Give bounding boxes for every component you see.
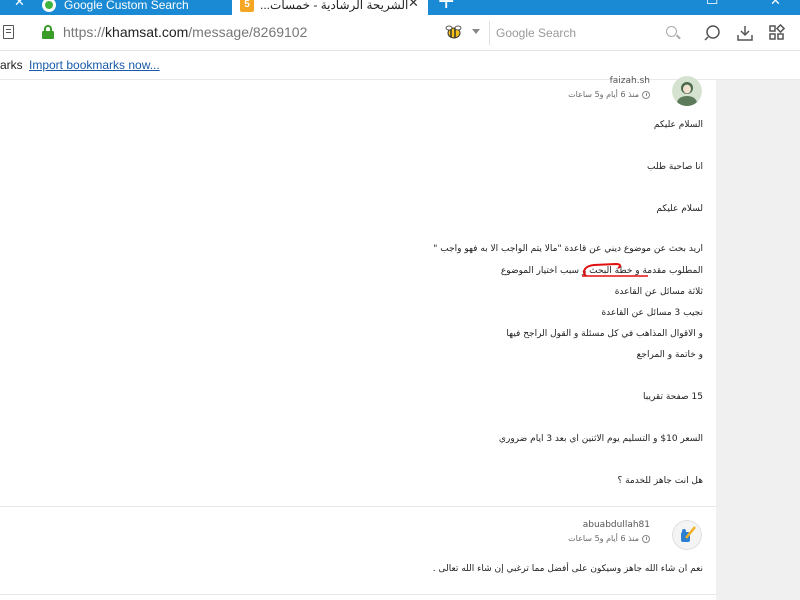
message-time: منذ 6 أيام و5 ساعات	[568, 534, 639, 543]
bookmarks-label: arks	[0, 58, 23, 72]
window-close-icon[interactable]: ✕	[770, 0, 781, 9]
navigation-bar: https://khamsat.com/message/8269102	[0, 15, 800, 51]
message-line: نجيب 3 مسائل عن القاعدة	[601, 308, 703, 318]
close-tab-icon[interactable]: ✕	[14, 0, 25, 9]
tab-strip: ✕ Google Custom Search 5 ...الشريحة الرش…	[0, 0, 800, 15]
download-icon[interactable]	[736, 24, 754, 42]
downloads-search-icon[interactable]	[704, 24, 722, 42]
message-divider	[0, 506, 716, 507]
search-engine-dropdown-icon[interactable]	[472, 29, 480, 34]
message-divider	[0, 594, 716, 595]
message-line: و خاتمة و المراجع	[636, 350, 703, 360]
menu-icon[interactable]: ▭	[706, 0, 718, 9]
message-author[interactable]: faizah.sh	[610, 76, 650, 86]
message-header: faizah.sh منذ 6 أيام و5 ساعات	[502, 76, 702, 110]
new-tab-icon[interactable]: +	[437, 0, 455, 13]
tab-google-custom-search[interactable]: Google Custom Search	[42, 0, 222, 15]
tab-label: ...الشريحة الرشادية - خمسات	[260, 0, 409, 12]
tab-label: Google Custom Search	[64, 0, 189, 12]
clock-icon	[642, 534, 650, 543]
message-line: اريد بحث عن موضوع ديني عن قاعدة "مالا يت…	[433, 244, 703, 254]
google-icon	[42, 0, 56, 12]
avatar[interactable]	[672, 76, 702, 106]
message-line: و الاقوال المذاهب في كل مسئلة و القول ال…	[506, 329, 703, 339]
message-time: منذ 6 أيام و5 ساعات	[568, 90, 639, 99]
url-path: /message/8269102	[188, 24, 308, 40]
message-line: 15 صفحة تقريبا	[643, 392, 703, 402]
message-line: ثلاثة مسائل عن القاعدة	[614, 287, 703, 297]
message-header: abuabdullah81 منذ 6 أيام و5 ساعات	[502, 520, 702, 554]
search-input[interactable]	[496, 24, 656, 42]
message-line: السلام عليكم	[653, 120, 703, 130]
lock-icon[interactable]	[42, 25, 54, 39]
import-bookmarks-link[interactable]: Import bookmarks now...	[29, 58, 160, 72]
message-timestamp: منذ 6 أيام و5 ساعات	[568, 90, 650, 99]
page-info-icon[interactable]	[3, 25, 14, 39]
message-line: هل انت جاهز للخدمة ؟	[617, 476, 703, 486]
bee-extension-icon[interactable]	[444, 24, 464, 40]
tab-khamsat[interactable]: 5 ...الشريحة الرشادية - خمسات ✕	[232, 0, 428, 15]
message-line: لسلام عليكم	[656, 204, 703, 214]
url-protocol: https://	[63, 24, 106, 40]
page-side-gutter	[716, 80, 800, 600]
message-thread: faizah.sh منذ 6 أيام و5 ساعات السلام علي…	[0, 76, 716, 600]
message-line: السعر 10$ و التسليم يوم الاثنين اي بعد 3…	[498, 434, 703, 444]
address-bar[interactable]: https://khamsat.com/message/8269102	[63, 24, 307, 40]
url-domain: khamsat.com	[105, 24, 189, 40]
search-icon[interactable]	[666, 26, 677, 37]
clock-icon	[642, 90, 650, 99]
red-annotation-mark	[582, 262, 648, 277]
page-viewport: faizah.sh منذ 6 أيام و5 ساعات السلام علي…	[0, 76, 800, 600]
khamsat-icon: 5	[240, 0, 254, 12]
search-box[interactable]	[489, 21, 689, 45]
close-tab-icon[interactable]: ✕	[408, 0, 419, 9]
message-line: انا صاحبة طلب	[647, 162, 703, 172]
message-author[interactable]: abuabdullah81	[583, 520, 650, 530]
message-line: نعم ان شاء الله جاهز وسيكون على أفضل مما…	[432, 564, 703, 574]
message-timestamp: منذ 6 أيام و5 ساعات	[568, 534, 650, 543]
apps-grid-icon[interactable]	[768, 24, 786, 42]
avatar[interactable]	[672, 520, 702, 550]
